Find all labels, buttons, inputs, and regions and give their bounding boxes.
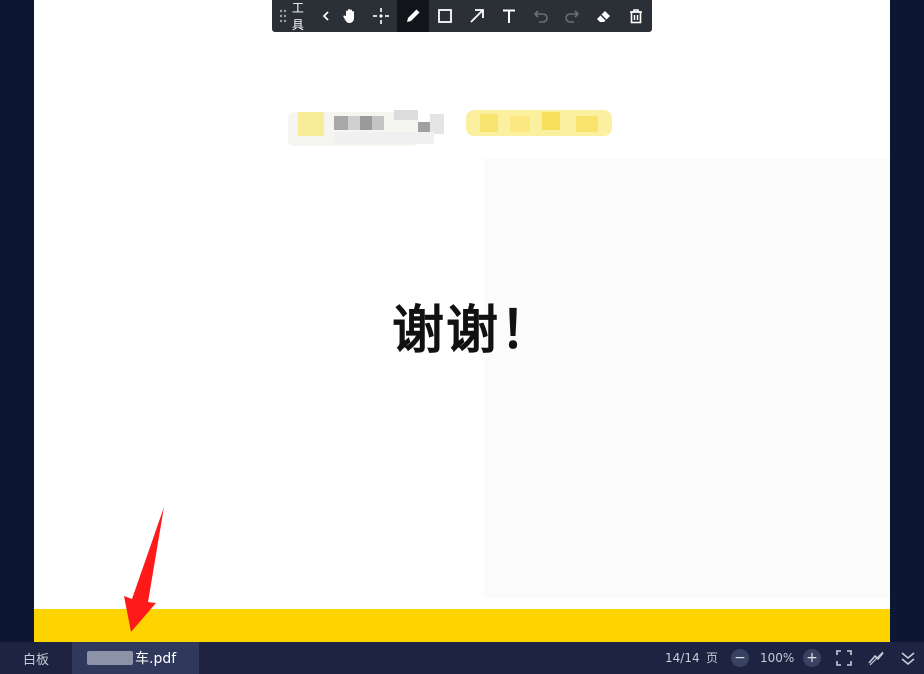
- collapse-icon[interactable]: [318, 0, 334, 32]
- pen-icon[interactable]: [397, 0, 430, 32]
- redacted-header: [34, 110, 890, 148]
- arrow-icon[interactable]: [461, 0, 493, 32]
- zoom-level: 100%: [760, 651, 795, 665]
- grip-icon[interactable]: [276, 9, 290, 23]
- slide-heading: 谢谢！: [391, 301, 554, 361]
- text-icon[interactable]: [493, 0, 525, 32]
- slide-background-panel: [484, 158, 890, 598]
- zoom-out-button[interactable]: −: [731, 649, 749, 667]
- undo-icon[interactable]: [525, 0, 557, 32]
- slide-canvas[interactable]: 谢谢！: [34, 0, 890, 642]
- annotation-toolbar: 工具: [272, 0, 652, 32]
- slide-footer-band: [34, 609, 890, 642]
- fullscreen-icon[interactable]: [836, 650, 852, 666]
- toolbar-title: 工具: [291, 1, 304, 32]
- rectangle-icon[interactable]: [429, 0, 461, 32]
- collapse-down-icon[interactable]: [900, 650, 916, 666]
- file-tab-label: 车.pdf: [135, 651, 177, 667]
- redo-icon[interactable]: [557, 0, 589, 32]
- redacted-filename: [87, 651, 133, 665]
- page-counter: 14/14: [665, 651, 700, 665]
- hand-icon[interactable]: [334, 0, 366, 32]
- tab-whiteboard[interactable]: 白板: [0, 642, 73, 674]
- delete-icon[interactable]: [620, 0, 652, 32]
- eraser-icon[interactable]: [588, 0, 620, 32]
- page-unit-label: 页: [706, 651, 719, 665]
- annotation-toggle-icon[interactable]: [868, 650, 884, 666]
- zoom-in-button[interactable]: +: [803, 649, 821, 667]
- tab-file[interactable]: 车.pdf: [73, 642, 199, 674]
- bottom-bar: 白板 车.pdf 14/14 页 − 100% +: [0, 642, 924, 674]
- laser-pointer-icon[interactable]: [366, 0, 398, 32]
